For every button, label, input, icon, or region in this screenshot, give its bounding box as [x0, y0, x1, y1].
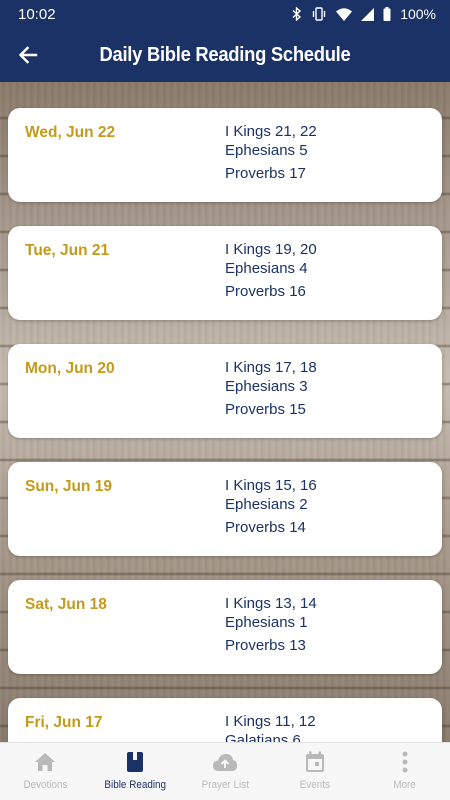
- reading-card[interactable]: Tue, Jun 21 I Kings 19, 20 Ephesians 4 Prov…: [8, 226, 442, 320]
- bottom-navigation: Devotions Bible Reading Prayer List Events M…: [0, 742, 450, 800]
- reading-passage: Ephesians 3: [225, 378, 308, 395]
- calendar-icon: [305, 751, 325, 773]
- nav-label: More: [393, 779, 417, 791]
- app-bar: Daily Bible Reading Schedule: [0, 28, 450, 82]
- reading-passage: Ephesians 4: [225, 260, 308, 277]
- cloud-upload-icon: [212, 751, 238, 773]
- reading-passages: I Kings 11, 12 Galatians 6: [225, 712, 316, 742]
- more-vertical-icon: [402, 751, 408, 773]
- reading-passage: I Kings 13, 14: [225, 595, 317, 612]
- reading-passage: I Kings 19, 20: [225, 241, 317, 258]
- reading-passage: I Kings 21, 22: [225, 123, 317, 140]
- reading-card[interactable]: Sun, Jun 19 I Kings 15, 16 Ephesians 2 Prov…: [8, 462, 442, 556]
- reading-date: Fri, Jun 17: [25, 714, 103, 731]
- nav-label: Events: [299, 779, 331, 791]
- nav-item-bible-reading[interactable]: Bible Reading: [90, 743, 180, 800]
- reading-passage: Proverbs 15: [225, 401, 306, 418]
- nav-item-more[interactable]: More: [360, 743, 450, 800]
- bluetooth-icon: [292, 7, 302, 21]
- signal-icon: [361, 7, 375, 21]
- back-button[interactable]: [0, 28, 56, 82]
- reading-card[interactable]: Fri, Jun 17 I Kings 11, 12 Galatians 6: [8, 698, 442, 742]
- reading-passage: Galatians 6: [225, 732, 301, 742]
- reading-passage: Proverbs 14: [225, 519, 306, 536]
- status-time: 10:02: [18, 5, 56, 23]
- reading-passage: Proverbs 16: [225, 283, 306, 300]
- reading-passages: I Kings 17, 18 Ephesians 3 Proverbs 15: [225, 358, 317, 419]
- nav-label: Devotions: [22, 779, 68, 791]
- page-title: Daily Bible Reading Schedule: [99, 43, 351, 66]
- reading-card[interactable]: Mon, Jun 20 I Kings 17, 18 Ephesians 3 Prov…: [8, 344, 442, 438]
- nav-item-devotions[interactable]: Devotions: [0, 743, 90, 800]
- book-icon: [126, 751, 144, 773]
- reading-passage: I Kings 15, 16: [225, 477, 317, 494]
- nav-item-events[interactable]: Events: [270, 743, 360, 800]
- reading-passage: Proverbs 17: [225, 165, 306, 182]
- reading-passage: Ephesians 2: [225, 496, 308, 513]
- battery-icon: [383, 7, 391, 21]
- reading-passage: Ephesians 1: [225, 614, 308, 631]
- reading-date: Tue, Jun 21: [25, 242, 110, 259]
- reading-passages: I Kings 21, 22 Ephesians 5 Proverbs 17: [225, 122, 317, 183]
- reading-passage: Proverbs 13: [225, 637, 306, 654]
- reading-passages: I Kings 13, 14 Ephesians 1 Proverbs 13: [225, 594, 317, 655]
- reading-date: Wed, Jun 22: [25, 124, 116, 141]
- wifi-icon: [336, 7, 353, 21]
- reading-passages: I Kings 19, 20 Ephesians 4 Proverbs 16: [225, 240, 317, 301]
- reading-passages: I Kings 15, 16 Ephesians 2 Proverbs 14: [225, 476, 317, 537]
- reading-passage: Ephesians 5: [225, 142, 308, 159]
- vibrate-icon: [312, 7, 326, 21]
- reading-date: Mon, Jun 20: [25, 360, 115, 377]
- reading-card[interactable]: Wed, Jun 22 I Kings 21, 22 Ephesians 5 Prov…: [8, 108, 442, 202]
- nav-label: Prayer List: [201, 779, 249, 791]
- arrow-back-icon: [18, 46, 38, 64]
- reading-list[interactable]: Wed, Jun 22 I Kings 21, 22 Ephesians 5 Prov…: [0, 82, 450, 742]
- reading-passage: I Kings 17, 18: [225, 359, 317, 376]
- nav-label: Bible Reading: [104, 779, 166, 791]
- home-icon: [34, 751, 56, 773]
- status-bar: 10:02 100%: [0, 0, 450, 28]
- reading-date: Sun, Jun 19: [25, 478, 112, 495]
- reading-card[interactable]: Sat, Jun 18 I Kings 13, 14 Ephesians 1 Prov…: [8, 580, 442, 674]
- reading-date: Sat, Jun 18: [25, 596, 107, 613]
- reading-passage: I Kings 11, 12: [225, 713, 316, 730]
- status-icons: 100%: [292, 6, 436, 22]
- nav-item-prayer-list[interactable]: Prayer List: [180, 743, 270, 800]
- battery-percent: 100%: [400, 6, 436, 22]
